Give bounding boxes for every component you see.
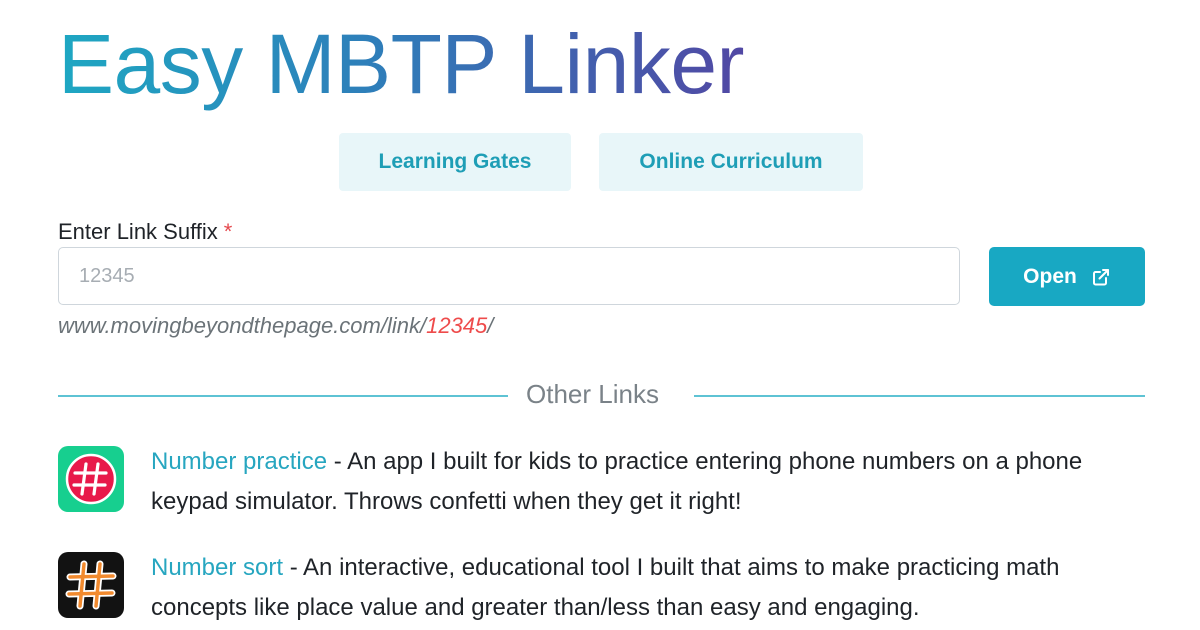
link-description: Number practice - An app I built for kid… xyxy=(151,442,1141,522)
page: Easy MBTP Linker Learning Gates Online C… xyxy=(0,0,1200,630)
required-marker: * xyxy=(223,219,233,244)
divider-line-left xyxy=(58,395,508,397)
url-preview: www.movingbeyondthepage.com/link/12345/ xyxy=(58,313,493,339)
open-button[interactable]: Open xyxy=(989,247,1145,306)
divider-line-right xyxy=(694,395,1145,397)
link-description: Number sort - An interactive, educationa… xyxy=(151,548,1141,628)
other-links-divider: Other Links xyxy=(58,379,1145,413)
number-sort-link[interactable]: Number sort xyxy=(151,554,283,581)
link-suffix-label: Enter Link Suffix * xyxy=(58,219,232,245)
url-suffix: 12345 xyxy=(426,313,488,338)
external-link-icon xyxy=(1091,267,1111,287)
number-practice-link[interactable]: Number practice xyxy=(151,448,327,475)
link-suffix-label-text: Enter Link Suffix xyxy=(58,219,218,244)
link-suffix-input[interactable] xyxy=(58,247,960,305)
number-sort-app-icon[interactable] xyxy=(58,552,124,618)
tab-online-curriculum[interactable]: Online Curriculum xyxy=(599,133,863,191)
url-prefix: www.movingbeyondthepage.com/link/ xyxy=(58,313,427,338)
number-practice-app-icon[interactable] xyxy=(58,446,124,512)
url-trailing: / xyxy=(487,313,494,338)
open-button-label: Open xyxy=(1023,264,1077,288)
tab-learning-gates[interactable]: Learning Gates xyxy=(339,133,571,191)
nav-tabs: Learning Gates Online Curriculum xyxy=(0,133,1200,191)
number-sort-description: - An interactive, educational tool I bui… xyxy=(151,554,1060,621)
other-links-heading: Other Links xyxy=(526,379,659,409)
page-title: Easy MBTP Linker xyxy=(58,14,745,114)
